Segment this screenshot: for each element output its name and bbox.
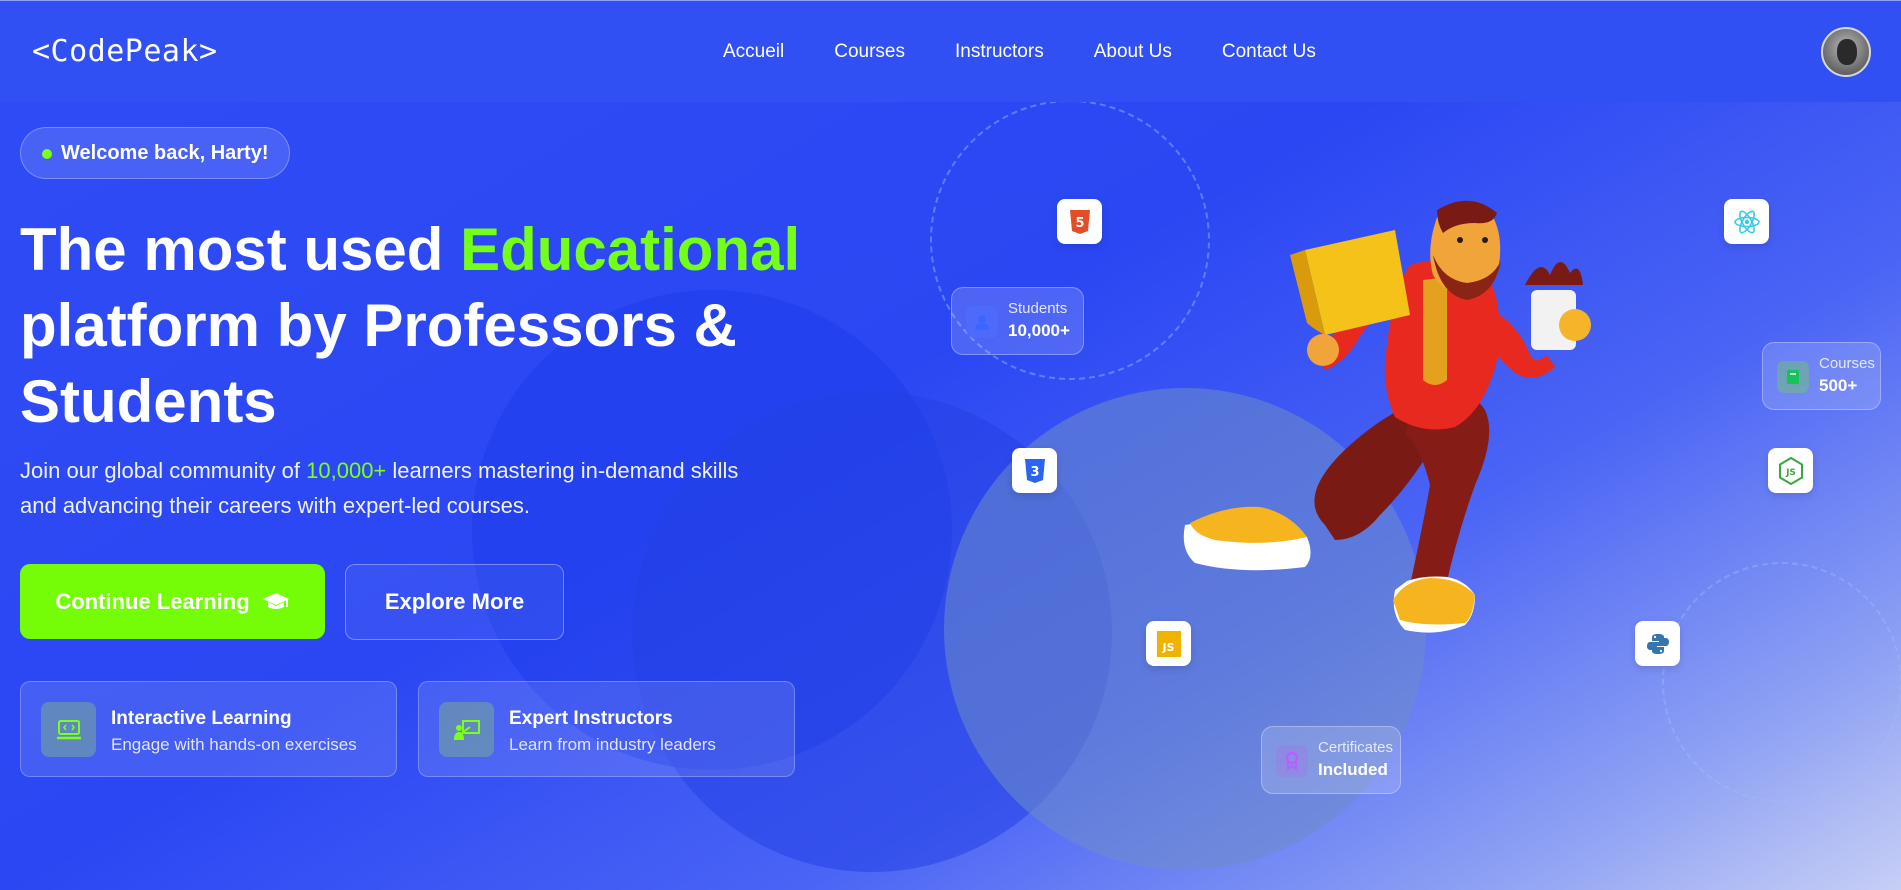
graduation-cap-icon bbox=[262, 592, 289, 609]
hero-page: <CodePeak> Accueil Courses Instructors A… bbox=[0, 0, 1901, 890]
feature-card-interactive-learning: Interactive Learning Engage with hands-o… bbox=[20, 681, 397, 777]
nodejs-icon: JS bbox=[1768, 448, 1813, 493]
subtitle-highlight: 10,000+ bbox=[306, 458, 387, 483]
welcome-badge: Welcome back, Harty! bbox=[20, 127, 290, 179]
nav-link-about-us[interactable]: About Us bbox=[1094, 41, 1172, 63]
react-icon bbox=[1724, 199, 1769, 244]
stat-label: Courses bbox=[1819, 355, 1875, 372]
feature-description: Engage with hands-on exercises bbox=[111, 735, 357, 754]
svg-text:5: 5 bbox=[1075, 216, 1084, 231]
stat-value: 500+ bbox=[1819, 376, 1858, 395]
css3-icon: 3 bbox=[1012, 448, 1057, 493]
explore-more-button[interactable]: Explore More bbox=[345, 564, 564, 640]
student-character-illustration bbox=[1183, 200, 1591, 633]
feature-title: Expert Instructors bbox=[509, 708, 673, 729]
feature-card-expert-instructors: Expert Instructors Learn from industry l… bbox=[418, 681, 795, 777]
stat-card-students: Students 10,000+ bbox=[951, 287, 1084, 355]
user-avatar[interactable] bbox=[1821, 27, 1871, 77]
continue-learning-label: Continue Learning bbox=[55, 588, 250, 614]
stat-label: Certificates bbox=[1318, 739, 1394, 756]
continue-learning-button[interactable]: Continue Learning bbox=[20, 564, 325, 639]
online-status-dot bbox=[42, 149, 52, 159]
feature-description: Learn from industry leaders bbox=[509, 735, 716, 754]
hero-headline: The most used Educational platform by Pro… bbox=[20, 212, 820, 440]
dashed-ring bbox=[1662, 562, 1901, 802]
users-icon bbox=[966, 306, 998, 338]
welcome-text: Welcome back, Harty! bbox=[61, 141, 269, 164]
nav-link-accueil[interactable]: Accueil bbox=[723, 41, 784, 63]
subtitle-part1: Join our global community of bbox=[20, 458, 307, 483]
teacher-board-icon bbox=[439, 702, 494, 757]
top-navbar: <CodePeak> Accueil Courses Instructors A… bbox=[0, 0, 1901, 102]
book-icon bbox=[1777, 361, 1809, 393]
stat-value: Included bbox=[1318, 760, 1388, 779]
nav-link-contact-us[interactable]: Contact Us bbox=[1222, 41, 1316, 63]
headline-part2: platform by Professors & Students bbox=[20, 292, 737, 435]
main-nav: Accueil Courses Instructors About Us Con… bbox=[723, 41, 1316, 63]
headline-highlight: Educational bbox=[460, 216, 801, 283]
laptop-code-icon bbox=[41, 702, 96, 757]
nav-link-instructors[interactable]: Instructors bbox=[955, 41, 1044, 63]
site-logo[interactable]: <CodePeak> bbox=[32, 34, 218, 69]
hero-subtitle: Join our global community of 10,000+ lea… bbox=[20, 453, 740, 523]
nav-link-courses[interactable]: Courses bbox=[834, 41, 905, 63]
svg-text:JS: JS bbox=[1785, 468, 1796, 478]
feature-title: Interactive Learning bbox=[111, 708, 292, 729]
stat-value: 10,000+ bbox=[1008, 321, 1070, 340]
certificate-icon bbox=[1276, 745, 1308, 777]
stat-card-courses: Courses 500+ bbox=[1762, 342, 1881, 410]
stat-label: Students bbox=[1008, 300, 1068, 317]
stat-card-certificates: Certificates Included bbox=[1261, 726, 1401, 794]
html5-icon: 5 bbox=[1057, 199, 1102, 244]
headline-part1: The most used bbox=[20, 216, 461, 283]
svg-text:3: 3 bbox=[1030, 465, 1039, 480]
